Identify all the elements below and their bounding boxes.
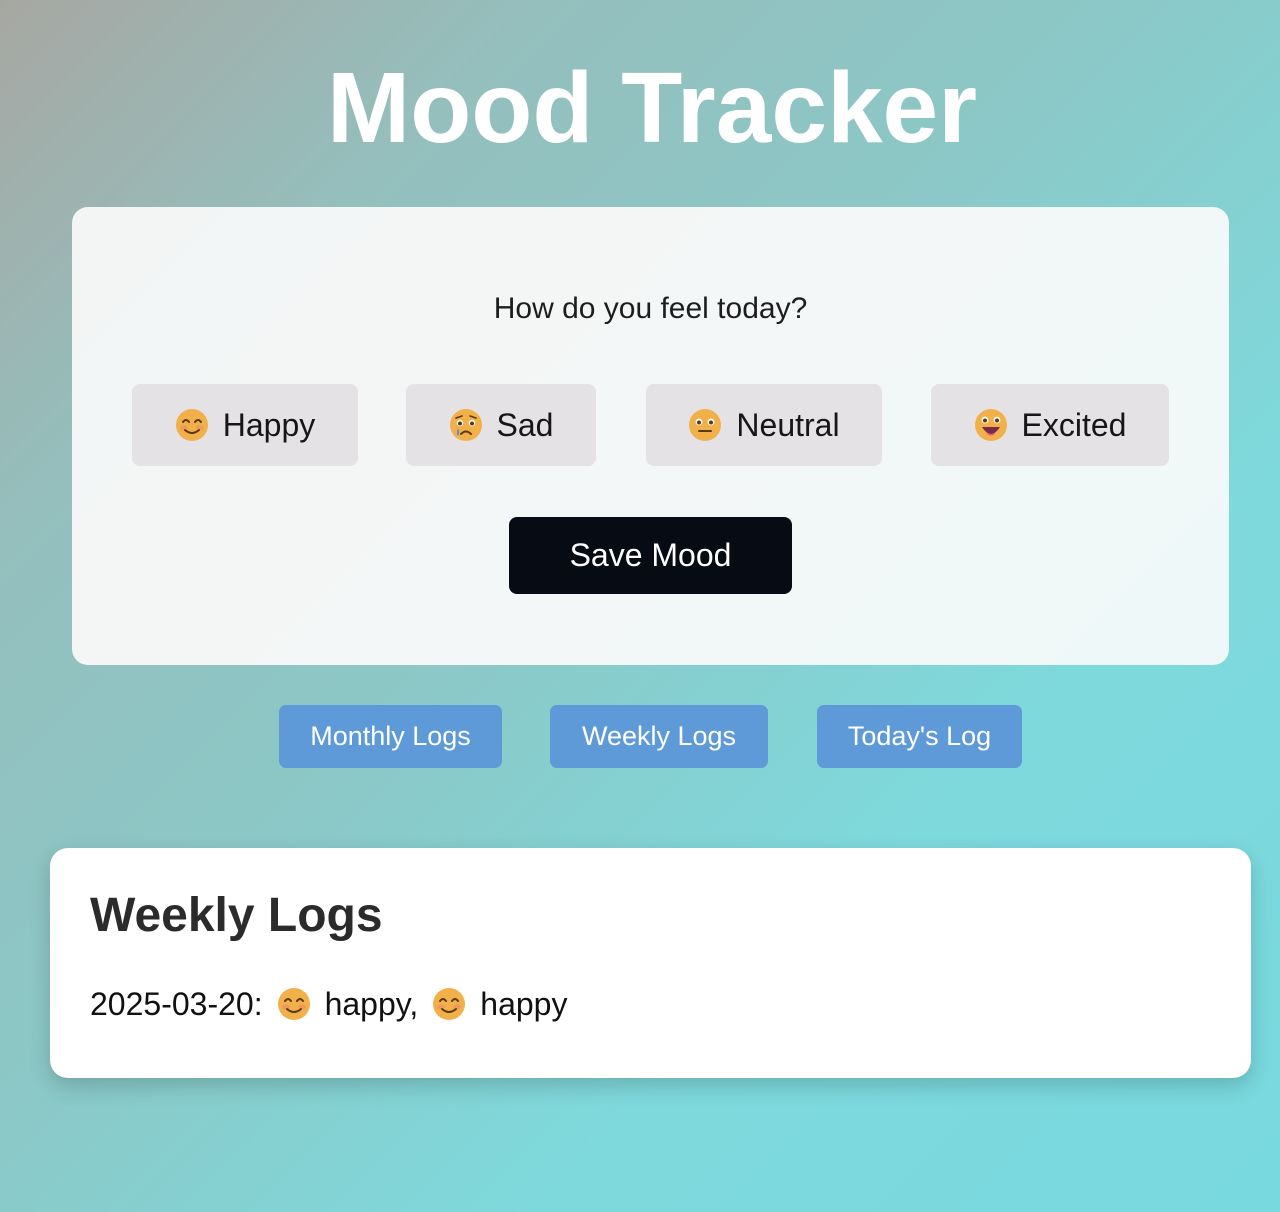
monthly-logs-button[interactable]: Monthly Logs <box>279 705 502 768</box>
log-panel-title: Weekly Logs <box>90 889 383 942</box>
smiling-face-icon <box>433 988 466 1020</box>
neutral-face-icon <box>689 409 722 441</box>
crying-face-icon <box>449 409 482 441</box>
mood-button-happy[interactable]: Happy <box>132 384 358 466</box>
smiling-face-icon <box>277 988 310 1020</box>
log-entry: 2025-03-20: happy, happy <box>90 984 567 1024</box>
mood-button-neutral[interactable]: Neutral <box>646 384 882 466</box>
app-title: Mood Tracker <box>326 52 978 164</box>
smiling-face-icon <box>175 409 208 441</box>
mood-label: Happy <box>222 406 316 443</box>
grinning-face-icon <box>974 409 1007 441</box>
mood-button-excited[interactable]: Excited <box>931 384 1169 466</box>
todays-log-button[interactable]: Today's Log <box>817 705 1022 768</box>
mood-card: How do you feel today? Happy Sad Neutral… <box>72 207 1229 665</box>
log-panel: Weekly Logs 2025-03-20: happy, happy <box>50 848 1251 1078</box>
mood-label: Excited <box>1021 406 1127 443</box>
mood-button-sad[interactable]: Sad <box>406 384 596 466</box>
mood-question: How do you feel today? <box>493 292 808 325</box>
log-entry-mood: happy, <box>324 986 419 1022</box>
mood-label: Neutral <box>736 406 840 443</box>
log-entry-date: 2025-03-20: <box>90 986 263 1022</box>
weekly-logs-button[interactable]: Weekly Logs <box>550 705 768 768</box>
log-entry-mood: happy <box>480 986 568 1022</box>
mood-label: Sad <box>496 406 554 443</box>
save-mood-button[interactable]: Save Mood <box>509 517 792 594</box>
